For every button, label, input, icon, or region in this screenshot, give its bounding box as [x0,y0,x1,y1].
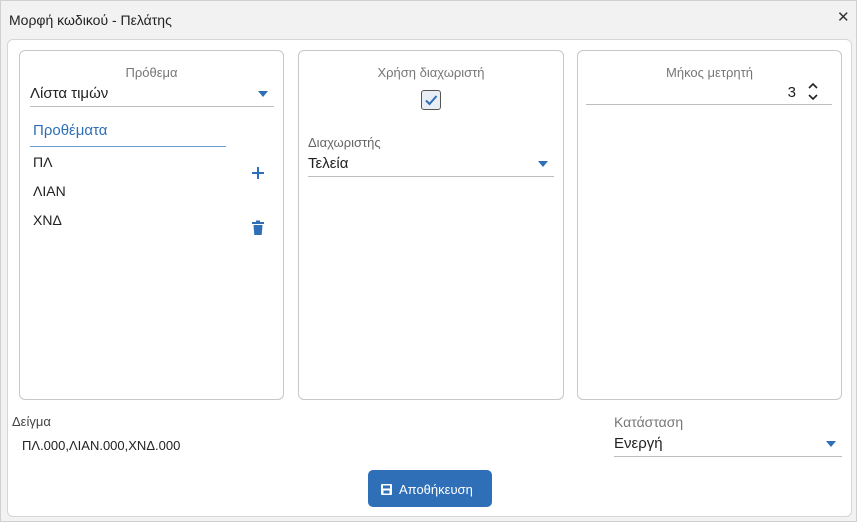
chevron-down-icon [826,441,836,447]
counter-length-stepper[interactable]: 3 [586,81,832,105]
plus-icon[interactable] [249,164,267,182]
status-select[interactable]: Ενεργή [614,433,842,457]
separator-value: Τελεία [308,155,349,172]
list-item[interactable]: ΠΛ [33,154,52,170]
separator-label: Διαχωριστής [308,135,381,150]
dialog-body: Πρόθεμα Λίστα τιμών Προθέματα ΠΛ ΛΙΑΝ ΧΝ… [7,39,852,517]
counter-panel-title: Μήκος μετρητή [666,65,753,80]
prefixes-list-header: Προθέματα [30,119,226,147]
chevron-down-icon [258,91,268,97]
prefix-type-value: Λίστα τιμών [30,85,109,102]
separator-select[interactable]: Τελεία [308,153,554,177]
save-button-label: Αποθήκευση [399,482,473,497]
sample-value: ΠΛ.000,ΛΙΑΝ.000,ΧΝΔ.000 [22,438,181,453]
separator-panel-title: Χρήση διαχωριστή [377,65,485,80]
prefix-panel-title: Πρόθεμα [125,65,178,80]
window-title: Μορφή κωδικού - Πελάτης [9,12,172,28]
list-item[interactable]: ΛΙΑΝ [33,183,66,199]
sample-label: Δείγμα [12,414,51,429]
check-icon [425,95,438,106]
chevron-down-icon [538,161,548,167]
list-item[interactable]: ΧΝΔ [33,212,62,228]
floppy-disk-icon [381,483,392,495]
separator-panel: Χρήση διαχωριστή Διαχωριστής Τελεία [298,50,564,400]
counter-length-value: 3 [787,84,796,101]
save-button[interactable]: Αποθήκευση [368,470,492,507]
prefix-panel: Πρόθεμα Λίστα τιμών Προθέματα ΠΛ ΛΙΑΝ ΧΝ… [19,50,284,400]
counter-panel: Μήκος μετρητή 3 [577,50,842,400]
close-icon[interactable]: ✕ [837,10,850,26]
title-bar: Μορφή κωδικού - Πελάτης ✕ [1,1,856,37]
status-value: Ενεργή [614,435,663,452]
dialog-window: Μορφή κωδικού - Πελάτης ✕ Πρόθεμα Λίστα … [0,0,857,522]
prefix-type-select[interactable]: Λίστα τιμών [30,83,274,107]
spinner-arrows-icon[interactable] [808,81,818,103]
status-label: Κατάσταση [614,414,684,430]
use-separator-checkbox[interactable] [421,90,441,110]
trash-icon[interactable] [249,219,267,237]
